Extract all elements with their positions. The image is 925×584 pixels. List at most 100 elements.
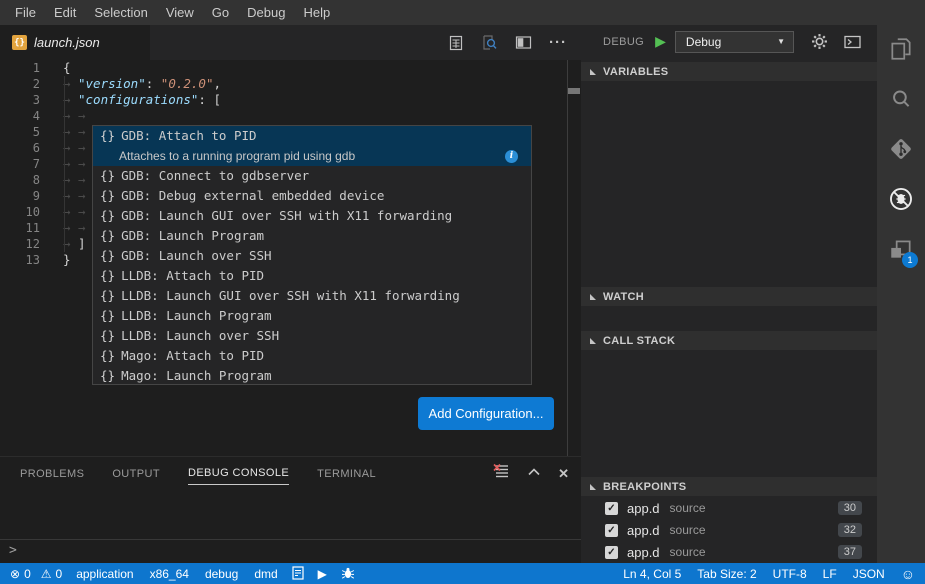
- line-number[interactable]: 4: [0, 108, 40, 124]
- clear-console-icon[interactable]: [493, 463, 510, 484]
- code-line[interactable]: →→: [63, 156, 93, 172]
- code-line[interactable]: }: [63, 252, 71, 268]
- problems-status[interactable]: ⊗ 0 ⚠ 0: [10, 567, 62, 581]
- suggest-item[interactable]: {}LLDB: Launch Program: [93, 306, 531, 326]
- line-number[interactable]: 12: [0, 236, 40, 252]
- console-prompt-icon[interactable]: >: [9, 543, 17, 558]
- run-icon[interactable]: ▶: [318, 568, 327, 580]
- snippet-icon: {}: [100, 326, 115, 346]
- suggest-item[interactable]: {}LLDB: Attach to PID: [93, 266, 531, 286]
- split-editor-icon[interactable]: [515, 35, 532, 50]
- code-line[interactable]: →]: [63, 236, 86, 252]
- suggest-item[interactable]: {}GDB: Launch Program: [93, 226, 531, 246]
- menu-item-view[interactable]: View: [157, 5, 203, 20]
- tab-launch-json[interactable]: {} launch.json: [0, 25, 150, 60]
- extensions-icon[interactable]: 1: [877, 225, 925, 273]
- code-line[interactable]: →"configurations": [: [63, 92, 221, 108]
- explorer-icon[interactable]: [877, 25, 925, 73]
- code-token: "version": [78, 76, 146, 91]
- code-line[interactable]: →→: [63, 188, 93, 204]
- status-item-lf[interactable]: LF: [823, 567, 837, 581]
- suggest-item[interactable]: {}GDB: Debug external embedded device: [93, 186, 531, 206]
- feedback-smiley-icon[interactable]: ☺: [901, 566, 915, 582]
- bug-icon[interactable]: [341, 566, 355, 582]
- line-number[interactable]: 6: [0, 140, 40, 156]
- line-number[interactable]: 5: [0, 124, 40, 140]
- section-watch[interactable]: WATCH: [581, 287, 877, 306]
- code-editor[interactable]: 12345678910111213 {→"version": "0.2.0",→…: [0, 60, 581, 456]
- line-number[interactable]: 2: [0, 76, 40, 92]
- section-call-stack[interactable]: CALL STACK: [581, 331, 877, 350]
- configure-gear-icon[interactable]: [811, 33, 828, 50]
- info-icon[interactable]: i: [505, 150, 518, 163]
- status-item-tab-size-2[interactable]: Tab Size: 2: [697, 567, 756, 581]
- line-number[interactable]: 11: [0, 220, 40, 236]
- breakpoint-row[interactable]: ✓app.dsource32: [581, 519, 877, 541]
- status-item-json[interactable]: JSON: [853, 567, 885, 581]
- line-number[interactable]: 13: [0, 252, 40, 268]
- start-debugging-icon[interactable]: ▶: [655, 33, 666, 50]
- build-file-icon[interactable]: [292, 566, 304, 582]
- suggest-item[interactable]: {}Mago: Attach to PID: [93, 346, 531, 366]
- menu-item-help[interactable]: Help: [294, 5, 339, 20]
- suggest-item[interactable]: {}LLDB: Launch GUI over SSH with X11 for…: [93, 286, 531, 306]
- source-control-icon[interactable]: [877, 125, 925, 173]
- suggest-item[interactable]: {}Mago: Launch Program: [93, 366, 531, 386]
- line-number[interactable]: 8: [0, 172, 40, 188]
- more-actions-icon[interactable]: ···: [549, 38, 567, 48]
- suggest-item[interactable]: {}GDB: Connect to gdbserver: [93, 166, 531, 186]
- status-item-debug[interactable]: debug: [205, 567, 238, 581]
- breakpoint-checkbox[interactable]: ✓: [605, 546, 618, 559]
- status-item-ln-4-col-5[interactable]: Ln 4, Col 5: [623, 567, 681, 581]
- code-line[interactable]: →"version": "0.2.0",: [63, 76, 221, 92]
- code-line[interactable]: →→: [63, 140, 93, 156]
- status-item-x86_64[interactable]: x86_64: [150, 567, 189, 581]
- line-number[interactable]: 10: [0, 204, 40, 220]
- panel-tab-output[interactable]: OUTPUT: [112, 468, 160, 480]
- line-number[interactable]: 9: [0, 188, 40, 204]
- menu-item-selection[interactable]: Selection: [85, 5, 156, 20]
- panel-tab-debug-console[interactable]: DEBUG CONSOLE: [188, 467, 289, 485]
- twistie-icon: [590, 294, 596, 300]
- debug-sidebar: DEBUG ▶ Debug ▼ VARIABLES WATCH CALL STA…: [581, 25, 877, 563]
- menu-item-file[interactable]: File: [6, 5, 45, 20]
- open-file-icon[interactable]: [448, 35, 464, 51]
- suggest-item[interactable]: {}GDB: Launch GUI over SSH with X11 forw…: [93, 206, 531, 226]
- menu-item-go[interactable]: Go: [203, 5, 238, 20]
- breakpoint-row[interactable]: ✓app.dsource37: [581, 541, 877, 563]
- close-panel-icon[interactable]: ✕: [558, 466, 569, 482]
- panel-tab-terminal[interactable]: TERMINAL: [317, 468, 376, 480]
- whitespace-arrow: →: [63, 92, 78, 108]
- status-item-dmd[interactable]: dmd: [254, 567, 277, 581]
- menu-item-debug[interactable]: Debug: [238, 5, 294, 20]
- debug-console-icon[interactable]: [844, 35, 861, 49]
- code-line[interactable]: →→: [63, 172, 93, 188]
- error-icon: ⊗: [10, 568, 20, 580]
- section-variables[interactable]: VARIABLES: [581, 62, 877, 81]
- line-number[interactable]: 1: [0, 60, 40, 76]
- debug-configuration-dropdown[interactable]: Debug ▼: [675, 31, 794, 53]
- code-line[interactable]: →→: [63, 204, 93, 220]
- suggest-item-selected[interactable]: {} GDB: Attach to PID Attaches to a runn…: [93, 126, 531, 166]
- status-item-utf-8[interactable]: UTF-8: [773, 567, 807, 581]
- breakpoint-checkbox[interactable]: ✓: [605, 502, 618, 515]
- maximize-panel-icon[interactable]: [526, 465, 542, 483]
- code-line[interactable]: →→: [63, 220, 93, 236]
- code-line[interactable]: →→: [63, 124, 93, 140]
- panel-tab-problems[interactable]: PROBLEMS: [20, 468, 84, 480]
- add-configuration-button[interactable]: Add Configuration...: [418, 397, 554, 430]
- line-number[interactable]: 7: [0, 156, 40, 172]
- line-number[interactable]: 3: [0, 92, 40, 108]
- open-preview-icon[interactable]: [481, 34, 498, 51]
- menu-item-edit[interactable]: Edit: [45, 5, 85, 20]
- search-icon[interactable]: [877, 75, 925, 123]
- code-line[interactable]: {: [63, 60, 71, 76]
- breakpoint-row[interactable]: ✓app.dsource30: [581, 497, 877, 519]
- section-breakpoints[interactable]: BREAKPOINTS: [581, 477, 877, 496]
- breakpoint-checkbox[interactable]: ✓: [605, 524, 618, 537]
- debug-unavailable-icon[interactable]: [877, 175, 925, 223]
- status-item-application[interactable]: application: [76, 567, 133, 581]
- suggest-item[interactable]: {}LLDB: Launch over SSH: [93, 326, 531, 346]
- code-line[interactable]: →→: [63, 108, 93, 124]
- suggest-item[interactable]: {}GDB: Launch over SSH: [93, 246, 531, 266]
